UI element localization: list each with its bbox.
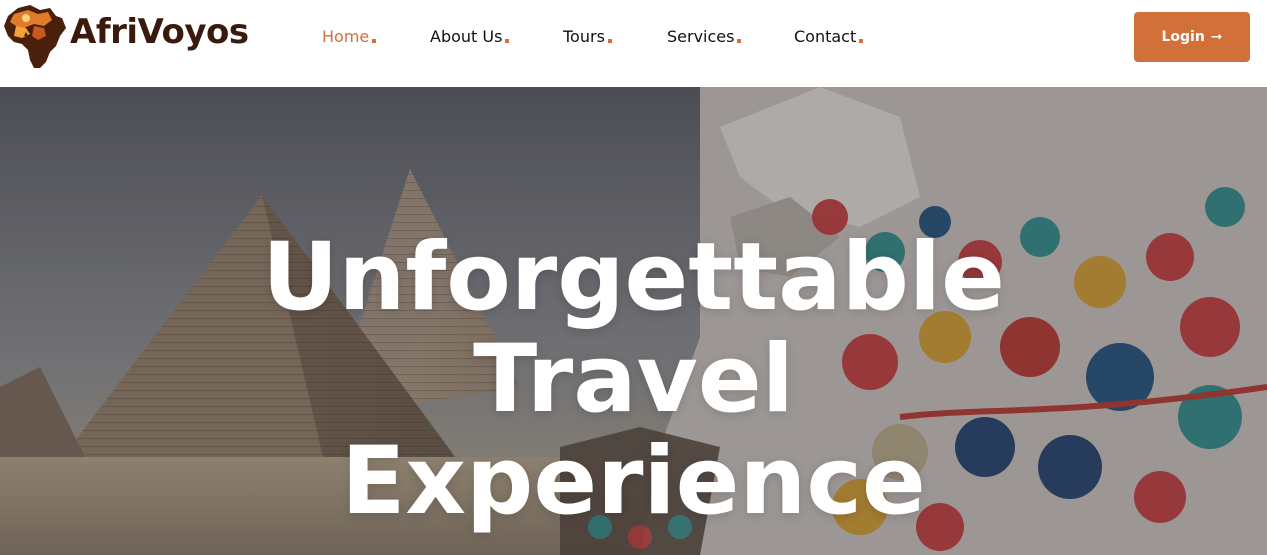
nav-dot-icon <box>607 39 612 43</box>
arrow-right-icon: ➞ <box>1210 29 1223 45</box>
hero-banner: Unforgettable Travel Experience <box>0 87 1267 555</box>
nav-item-about-us[interactable]: About Us <box>430 24 510 50</box>
top-navbar: AfriVoyos Home About Us Tours Services C… <box>0 0 1267 87</box>
nav-dot-icon <box>372 39 377 43</box>
hero-title-line-3: Experience <box>341 427 926 536</box>
login-button-label: Login <box>1161 29 1205 45</box>
login-button[interactable]: Login ➞ <box>1134 12 1250 62</box>
nav-item-label: Tours <box>563 27 605 46</box>
nav-item-contact[interactable]: Contact <box>794 24 864 50</box>
nav-item-services[interactable]: Services <box>667 24 742 50</box>
nav-dot-icon <box>859 39 864 43</box>
nav-item-tours[interactable]: Tours <box>563 24 612 50</box>
nav-item-home[interactable]: Home <box>322 24 377 50</box>
nav-item-label: Contact <box>794 27 857 46</box>
nav-item-label: Home <box>322 27 370 46</box>
hero-title: Unforgettable Travel Experience <box>0 227 1267 533</box>
hero-title-line-2: Travel <box>473 325 794 434</box>
nav-item-label: Services <box>667 27 735 46</box>
brand-logo[interactable]: AfriVoyos <box>0 0 260 75</box>
nav-item-label: About Us <box>430 27 503 46</box>
nav-dot-icon <box>505 39 510 43</box>
brand-name: AfriVoyos <box>70 12 249 52</box>
nav-dot-icon <box>737 39 742 43</box>
hero-title-line-1: Unforgettable <box>262 223 1005 332</box>
africa-map-icon <box>4 5 66 68</box>
